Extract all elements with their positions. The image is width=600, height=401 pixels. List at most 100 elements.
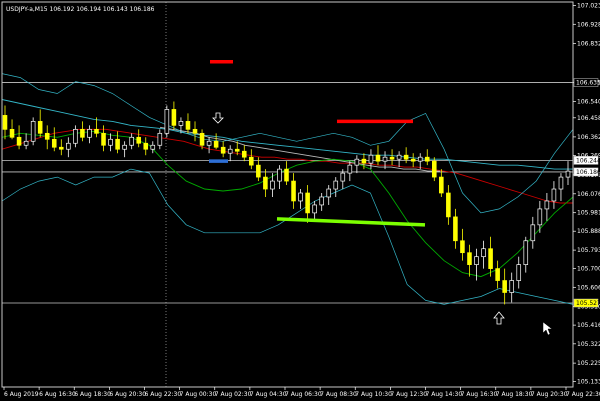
candle-body xyxy=(256,164,261,178)
candle-body xyxy=(375,154,381,162)
candle-body xyxy=(59,146,64,150)
candle-body xyxy=(474,256,479,265)
candle-body xyxy=(417,156,423,162)
y-tick-label: 105.416 xyxy=(577,322,600,329)
y-tick-label: 106.362 xyxy=(577,134,600,141)
candle-body xyxy=(432,160,437,178)
candle-body xyxy=(16,136,22,146)
chart-title: USDJPY-a,M15 106.192 106.194 106.143 106… xyxy=(6,6,155,13)
candle-body xyxy=(516,264,522,281)
candle-body xyxy=(284,168,289,182)
candle-body xyxy=(551,188,557,202)
candle-body xyxy=(523,240,529,265)
candle-body xyxy=(509,280,514,293)
candle-body xyxy=(2,115,8,130)
candle-body xyxy=(108,138,113,146)
candle-body xyxy=(340,172,346,182)
candle-body xyxy=(530,224,536,242)
x-tick-label: 7 Aug 02:30 xyxy=(215,391,252,398)
candle-body xyxy=(488,248,493,269)
candle-body xyxy=(80,128,85,138)
candle-body xyxy=(101,132,106,146)
title-group: USDJPY-a,M15 106.192 106.194 106.143 106… xyxy=(6,6,155,13)
candle-body xyxy=(23,140,29,146)
candle-body xyxy=(565,170,571,178)
candle-body xyxy=(37,121,43,134)
candle-body xyxy=(312,204,317,214)
candle-body xyxy=(382,156,388,162)
y-tick-label: 105.793 xyxy=(577,247,600,254)
candle-body xyxy=(213,140,219,148)
level-label: 105.527 xyxy=(576,300,600,307)
candle-body xyxy=(410,158,416,162)
candle-body xyxy=(122,144,127,150)
y-tick-label: 105.981 xyxy=(577,210,600,217)
candle-body xyxy=(270,180,275,190)
candle-body xyxy=(446,192,451,218)
y-tick-label: 105.322 xyxy=(577,341,600,348)
candle-body xyxy=(94,128,99,134)
candle-body xyxy=(206,140,212,146)
candle-body xyxy=(136,136,141,144)
candle-body xyxy=(460,240,465,254)
candle-body xyxy=(305,192,310,214)
y-tick-label: 106.076 xyxy=(577,191,600,198)
y-tick-label: 105.888 xyxy=(577,228,600,235)
y-tick-label: 106.928 xyxy=(577,21,600,28)
x-tick-label: 7 Aug 08:30 xyxy=(320,391,357,398)
candle-body xyxy=(171,109,177,126)
candle-body xyxy=(319,196,324,206)
candle-body xyxy=(73,128,78,144)
x-tick-label: 6 Aug 18:30 xyxy=(74,391,111,398)
x-tick-label: 7 Aug 04:30 xyxy=(250,391,287,398)
candle-body xyxy=(30,121,36,142)
candle-body xyxy=(502,280,507,293)
candle-body xyxy=(192,128,198,134)
x-tick-label: 7 Aug 10:30 xyxy=(355,391,392,398)
x-tick-label: 7 Aug 16:30 xyxy=(461,391,498,398)
candle-body xyxy=(361,158,367,164)
candle-body xyxy=(326,188,332,198)
candle-body xyxy=(495,268,500,281)
x-tick-label: 7 Aug 06:30 xyxy=(285,391,322,398)
candle-body xyxy=(241,150,247,158)
candle-body xyxy=(354,158,360,166)
candle-body xyxy=(347,164,353,174)
candle-body xyxy=(234,148,240,152)
candle-body xyxy=(164,109,170,134)
candle-body xyxy=(178,121,184,126)
candle-body xyxy=(368,154,374,164)
candle-body xyxy=(227,148,233,154)
candle-body xyxy=(544,200,550,210)
y-tick-label: 105.133 xyxy=(577,378,600,385)
candle-body xyxy=(150,144,156,150)
candle-body xyxy=(9,128,15,138)
candle-body xyxy=(453,216,458,242)
y-tick-label: 105.225 xyxy=(577,360,600,367)
x-tick-label: 6 Aug 16:30 xyxy=(39,391,76,398)
candle-body xyxy=(333,180,339,190)
candle-body xyxy=(291,180,296,202)
level-label: 106.186 xyxy=(576,169,600,176)
y-tick-label: 106.832 xyxy=(577,40,600,47)
x-tick-label: 7 Aug 00:30 xyxy=(180,391,217,398)
candle-body xyxy=(199,132,205,146)
candle-body xyxy=(51,138,57,148)
candle-body xyxy=(129,136,134,146)
candle-body xyxy=(558,176,564,190)
x-tick-label: 7 Aug 18:30 xyxy=(496,391,533,398)
candle-body xyxy=(220,146,226,154)
y-tick-label: 106.458 xyxy=(577,115,600,122)
candle-body xyxy=(439,176,444,194)
candle-body xyxy=(389,156,395,160)
level-label: 106.635 xyxy=(576,80,600,87)
candle-body xyxy=(467,252,472,265)
x-tick-label: 6 Aug 20:30 xyxy=(109,391,146,398)
candle-body xyxy=(249,156,254,166)
candle-body xyxy=(157,132,163,146)
x-tick-label: 7 Aug 20:30 xyxy=(531,391,568,398)
y-tick-label: 105.700 xyxy=(577,266,600,273)
candle-body xyxy=(87,128,92,138)
chart-canvas: 107.023 106.928 106.832 106.635 106.540 106.4… xyxy=(0,0,600,401)
candle-body xyxy=(115,138,120,150)
